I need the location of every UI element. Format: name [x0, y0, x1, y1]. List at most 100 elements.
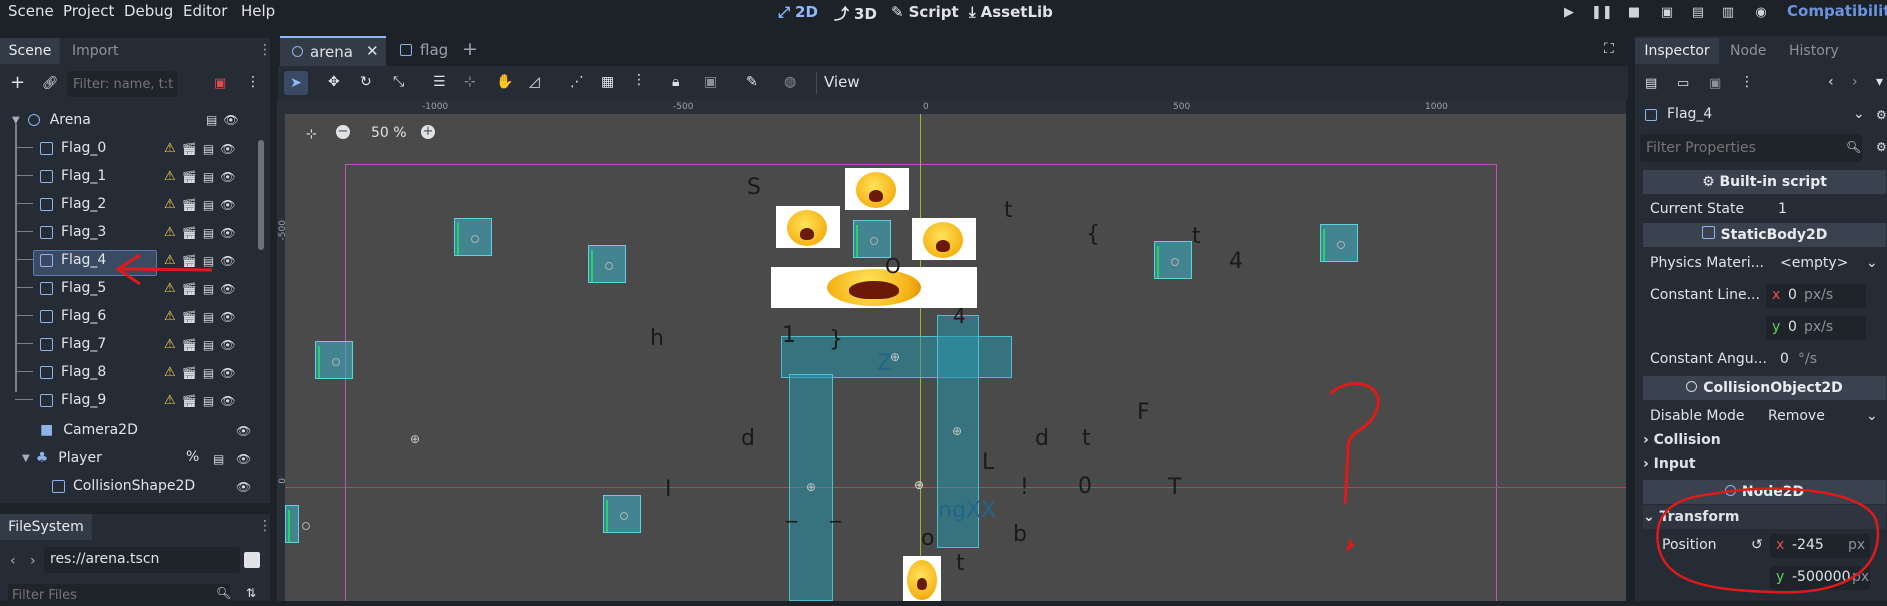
tab-scene[interactable]: Scene — [0, 38, 60, 64]
tree-item-flag[interactable]: Flag_1 — [40, 164, 106, 188]
flag-sprite[interactable] — [285, 505, 310, 543]
object-selector[interactable]: Flag_4 ⌄ — [1643, 103, 1868, 129]
add-tab-icon[interactable]: + — [462, 38, 478, 60]
inspector-menu-icon[interactable]: ⋮ — [1740, 74, 1754, 90]
editor-tab-arena[interactable]: arena ✕ — [280, 36, 386, 66]
link-icon[interactable]: 🔗︎ — [42, 76, 59, 91]
group-icon[interactable]: ▣ — [704, 74, 717, 90]
history-forward-icon[interactable]: › — [1852, 74, 1858, 90]
pause-icon[interactable]: ❚❚ — [1591, 6, 1613, 20]
crying-emoji-sprite[interactable] — [776, 206, 840, 248]
script-icon[interactable]: ▤ — [206, 113, 217, 127]
staticbody2d-section[interactable]: StaticBody2D — [1643, 223, 1886, 247]
main-tab-assetlib[interactable]: ⤓ AssetLib — [969, 3, 1053, 21]
current-state-value[interactable]: 1 — [1778, 201, 1787, 217]
rotate-tool-icon[interactable]: ↻ — [360, 74, 372, 90]
main-tab-2d[interactable]: ⤢ 2D — [778, 3, 818, 21]
eye-icon[interactable]: 👁︎ — [223, 113, 238, 127]
tree-item-flag[interactable]: Flag_7 — [40, 332, 106, 356]
property-options-icon[interactable]: ⚙ — [1876, 140, 1887, 154]
split-view-icon[interactable] — [244, 552, 260, 568]
script-icon[interactable]: ▤ — [203, 338, 214, 352]
angular-value[interactable]: 0 — [1780, 351, 1789, 367]
zoom-out-icon[interactable]: − — [336, 125, 350, 139]
unique-name-badge[interactable]: % — [186, 449, 199, 465]
tree-item-flag[interactable]: Flag_2 — [40, 192, 106, 216]
collision-group[interactable]: › Collision — [1643, 432, 1721, 448]
script-icon[interactable]: ▤ — [203, 310, 214, 324]
distraction-free-icon[interactable]: ⛶ — [1604, 41, 1614, 57]
tree-root-arena[interactable]: ▼ Arena ▤ 👁︎ — [0, 108, 239, 132]
menu-debug[interactable]: Debug — [124, 2, 173, 20]
smart-snap-icon[interactable]: ⋰ — [570, 74, 584, 90]
filter-properties-input[interactable] — [1640, 134, 1862, 162]
script-icon[interactable]: ▤ — [203, 142, 214, 156]
physics-material-value[interactable]: <empty> — [1780, 255, 1848, 271]
tab-inspector[interactable]: Inspector — [1635, 38, 1719, 64]
tree-item-player[interactable]: ▼ ♣ Player — [22, 446, 102, 470]
chevron-down-icon[interactable]: ⌄ — [1866, 408, 1878, 424]
dock-menu-icon[interactable]: ⋮ — [258, 42, 272, 58]
chevron-down-icon[interactable]: ⌄ — [1866, 255, 1878, 271]
warning-icon[interactable]: ⚠ — [164, 337, 176, 352]
save-icon[interactable]: ▣ — [1709, 76, 1721, 91]
camera-eye-icon[interactable]: 👁︎ — [236, 424, 251, 438]
menu-editor[interactable]: Editor — [183, 2, 227, 20]
builtin-script-section[interactable]: ⚙ Built-in script — [1643, 170, 1886, 194]
back-icon[interactable]: ‹ — [10, 553, 16, 569]
tab-history[interactable]: History — [1789, 38, 1839, 64]
script-icon[interactable]: ▤ — [203, 198, 214, 212]
move-tool-icon[interactable]: ✥ — [328, 74, 340, 90]
eye-icon[interactable]: 👁︎ — [220, 226, 235, 240]
scene-filter-input[interactable] — [67, 71, 177, 97]
open-scene-icon[interactable]: 🎬︎ — [182, 142, 197, 156]
sort-icon[interactable]: ⇅ — [246, 586, 256, 600]
zoom-level[interactable]: 50 % — [371, 125, 407, 141]
main-tab-3d[interactable]: ⤴ 3D — [834, 3, 877, 24]
tree-item-flag[interactable]: Flag_4 — [40, 248, 106, 272]
script-filter-icon[interactable]: ▣ — [214, 76, 226, 91]
open-scene-icon[interactable]: 🎬︎ — [182, 310, 197, 324]
play-custom-icon[interactable]: ▥ — [1721, 6, 1735, 20]
flag-sprite[interactable] — [588, 245, 626, 283]
fs-filter-input[interactable] — [8, 584, 230, 606]
crying-emoji-sprite[interactable] — [912, 218, 976, 260]
scene-scrollbar[interactable] — [258, 140, 264, 250]
renderer-label[interactable]: Compatibility — [1787, 2, 1887, 20]
tab-import[interactable]: Import — [72, 38, 118, 64]
collisionobject2d-section[interactable]: CollisionObject2D — [1643, 376, 1886, 400]
open-scene-icon[interactable]: 🎬︎ — [182, 366, 197, 380]
snap-options-icon[interactable]: ⋮ — [632, 72, 646, 88]
view-menu[interactable]: View — [824, 73, 860, 91]
eye-icon[interactable]: 👁︎ — [220, 310, 235, 324]
menu-help[interactable]: Help — [241, 2, 275, 20]
stop-icon[interactable]: ■ — [1627, 6, 1641, 20]
object-props-icon[interactable]: ⚙ — [1876, 108, 1887, 122]
eye-icon[interactable]: 👁︎ — [220, 142, 235, 156]
script-icon[interactable]: ▤ — [203, 226, 214, 240]
object-history-icon[interactable]: ▾ — [1876, 74, 1883, 90]
pivot-tool-icon[interactable]: ⊹ — [464, 74, 476, 90]
open-scene-icon[interactable]: 🎬︎ — [182, 226, 197, 240]
grid-snap-icon[interactable]: ▦ — [601, 74, 614, 90]
warning-icon[interactable]: ⚠ — [164, 141, 176, 156]
tree-item-collisionshape2d[interactable]: CollisionShape2D — [52, 474, 195, 498]
tree-item-camera2d[interactable]: ■ Camera2D — [40, 418, 138, 442]
close-icon[interactable]: ✕ — [366, 42, 379, 60]
script-icon[interactable]: ▤ — [203, 394, 214, 408]
list-select-icon[interactable]: ☰ — [433, 74, 446, 90]
menu-scene[interactable]: Scene — [8, 2, 54, 20]
eye-icon[interactable]: 👁︎ — [220, 366, 235, 380]
fs-menu-icon[interactable]: ⋮ — [258, 518, 272, 534]
ruler-tool-icon[interactable]: ◿ — [529, 74, 540, 90]
play-scene-icon[interactable]: ▤ — [1691, 6, 1705, 20]
warning-icon[interactable]: ⚠ — [164, 365, 176, 380]
linear-x-field[interactable]: x 0 px/s — [1766, 284, 1866, 308]
eye-icon[interactable]: 👁︎ — [220, 394, 235, 408]
select-tool-icon[interactable]: ➤ — [284, 71, 308, 95]
linear-y-field[interactable]: y 0 px/s — [1766, 316, 1866, 340]
play-icon[interactable]: ▶ — [1562, 6, 1576, 20]
eye-icon[interactable]: 👁︎ — [220, 282, 235, 296]
player-eye-icon[interactable]: 👁︎ — [236, 452, 251, 466]
open-scene-icon[interactable]: 🎬︎ — [182, 170, 197, 184]
